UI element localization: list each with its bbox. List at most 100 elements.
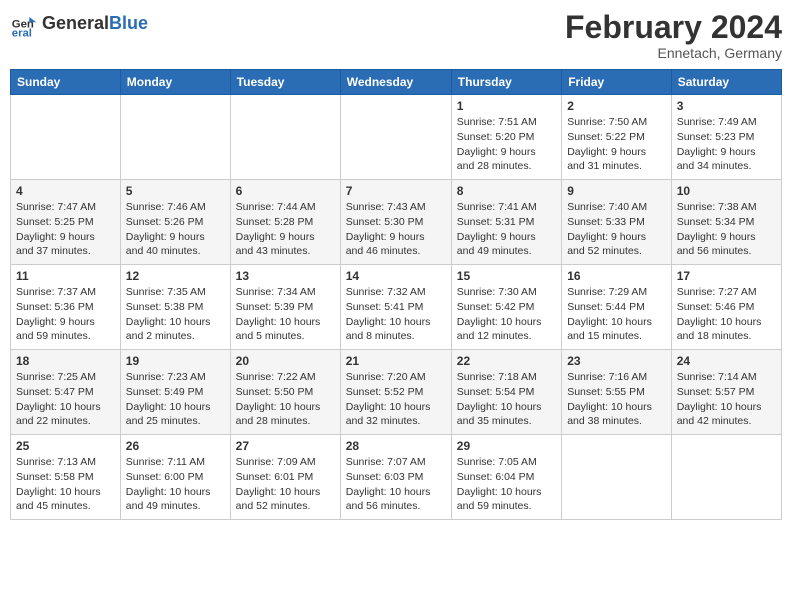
calendar-cell: 16 Sunrise: 7:29 AM Sunset: 5:44 PM Dayli… — [562, 265, 672, 350]
day-number: 28 — [346, 439, 446, 453]
calendar-cell: 27Sunrise: 7:09 AM Sunset: 6:01 PM Dayli… — [230, 435, 340, 520]
svg-text:eral: eral — [12, 27, 32, 38]
calendar-cell — [562, 435, 672, 520]
calendar-table: Sunday Monday Tuesday Wednesday Thursday… — [10, 69, 782, 520]
day-info: Sunrise: 7:35 AM Sunset: 5:38 PM Dayligh… — [126, 285, 225, 344]
day-info: Sunrise: 7:37 AM Sunset: 5:36 PM Dayligh… — [16, 285, 115, 344]
calendar-cell: 2 Sunrise: 7:50 AM Sunset: 5:22 PM Daylig… — [562, 95, 672, 180]
calendar-cell — [340, 95, 451, 180]
calendar-cell — [230, 95, 340, 180]
calendar-cell: 6 Sunrise: 7:44 AM Sunset: 5:28 PM Daylig… — [230, 180, 340, 265]
calendar-cell: 18Sunrise: 7:25 AM Sunset: 5:47 PM Dayli… — [11, 350, 121, 435]
day-number: 10 — [677, 184, 776, 198]
calendar-week-2: 4Sunrise: 7:47 AM Sunset: 5:25 PM Daylig… — [11, 180, 782, 265]
col-sunday: Sunday — [11, 70, 121, 95]
calendar-week-3: 11 Sunrise: 7:37 AM Sunset: 5:36 PM Dayli… — [11, 265, 782, 350]
day-info: Sunrise: 7:29 AM Sunset: 5:44 PM Dayligh… — [567, 285, 666, 344]
day-info: Sunrise: 7:49 AM Sunset: 5:23 PM Dayligh… — [677, 115, 776, 174]
day-info: Sunrise: 7:46 AM Sunset: 5:26 PM Dayligh… — [126, 200, 225, 259]
calendar-cell: 7Sunrise: 7:43 AM Sunset: 5:30 PM Daylig… — [340, 180, 451, 265]
day-info: Sunrise: 7:34 AM Sunset: 5:39 PM Dayligh… — [236, 285, 335, 344]
day-info: Sunrise: 7:20 AM Sunset: 5:52 PM Dayligh… — [346, 370, 446, 429]
logo-icon: Gen eral — [10, 10, 38, 38]
day-number: 19 — [126, 354, 225, 368]
location: Ennetach, Germany — [565, 45, 782, 61]
logo-general-text: General — [42, 13, 109, 33]
day-number: 25 — [16, 439, 115, 453]
day-number: 1 — [457, 99, 556, 113]
day-info: Sunrise: 7:14 AM Sunset: 5:57 PM Dayligh… — [677, 370, 776, 429]
day-number: 29 — [457, 439, 556, 453]
day-number: 27 — [236, 439, 335, 453]
calendar-cell: 24 Sunrise: 7:14 AM Sunset: 5:57 PM Dayli… — [671, 350, 781, 435]
month-title: February 2024 — [565, 10, 782, 45]
col-friday: Friday — [562, 70, 672, 95]
day-info: Sunrise: 7:11 AM Sunset: 6:00 PM Dayligh… — [126, 455, 225, 514]
logo: Gen eral GeneralBlue — [10, 10, 148, 38]
day-number: 6 — [236, 184, 335, 198]
day-number: 2 — [567, 99, 666, 113]
calendar-cell: 23 Sunrise: 7:16 AM Sunset: 5:55 PM Dayli… — [562, 350, 672, 435]
day-info: Sunrise: 7:27 AM Sunset: 5:46 PM Dayligh… — [677, 285, 776, 344]
calendar-cell: 20 Sunrise: 7:22 AM Sunset: 5:50 PM Dayli… — [230, 350, 340, 435]
calendar-cell: 11 Sunrise: 7:37 AM Sunset: 5:36 PM Dayli… — [11, 265, 121, 350]
calendar-cell: 15Sunrise: 7:30 AM Sunset: 5:42 PM Dayli… — [451, 265, 561, 350]
day-info: Sunrise: 7:22 AM Sunset: 5:50 PM Dayligh… — [236, 370, 335, 429]
calendar-week-1: 1 Sunrise: 7:51 AM Sunset: 5:20 PM Daylig… — [11, 95, 782, 180]
day-number: 14 — [346, 269, 446, 283]
day-info: Sunrise: 7:51 AM Sunset: 5:20 PM Dayligh… — [457, 115, 556, 174]
calendar-cell: 10 Sunrise: 7:38 AM Sunset: 5:34 PM Dayli… — [671, 180, 781, 265]
day-number: 4 — [16, 184, 115, 198]
day-number: 13 — [236, 269, 335, 283]
day-number: 15 — [457, 269, 556, 283]
day-info: Sunrise: 7:32 AM Sunset: 5:41 PM Dayligh… — [346, 285, 446, 344]
calendar-cell: 29 Sunrise: 7:05 AM Sunset: 6:04 PM Dayli… — [451, 435, 561, 520]
day-number: 8 — [457, 184, 556, 198]
calendar-cell: 4Sunrise: 7:47 AM Sunset: 5:25 PM Daylig… — [11, 180, 121, 265]
col-wednesday: Wednesday — [340, 70, 451, 95]
day-info: Sunrise: 7:07 AM Sunset: 6:03 PM Dayligh… — [346, 455, 446, 514]
calendar-cell: 12 Sunrise: 7:35 AM Sunset: 5:38 PM Dayli… — [120, 265, 230, 350]
calendar-cell: 13 Sunrise: 7:34 AM Sunset: 5:39 PM Dayli… — [230, 265, 340, 350]
day-info: Sunrise: 7:44 AM Sunset: 5:28 PM Dayligh… — [236, 200, 335, 259]
day-number: 5 — [126, 184, 225, 198]
calendar-week-4: 18Sunrise: 7:25 AM Sunset: 5:47 PM Dayli… — [11, 350, 782, 435]
col-tuesday: Tuesday — [230, 70, 340, 95]
day-info: Sunrise: 7:23 AM Sunset: 5:49 PM Dayligh… — [126, 370, 225, 429]
calendar-week-5: 25 Sunrise: 7:13 AM Sunset: 5:58 PM Dayli… — [11, 435, 782, 520]
day-info: Sunrise: 7:25 AM Sunset: 5:47 PM Dayligh… — [16, 370, 115, 429]
day-number: 17 — [677, 269, 776, 283]
calendar-cell: 17 Sunrise: 7:27 AM Sunset: 5:46 PM Dayli… — [671, 265, 781, 350]
calendar-cell: 9Sunrise: 7:40 AM Sunset: 5:33 PM Daylig… — [562, 180, 672, 265]
day-number: 11 — [16, 269, 115, 283]
day-number: 24 — [677, 354, 776, 368]
day-info: Sunrise: 7:38 AM Sunset: 5:34 PM Dayligh… — [677, 200, 776, 259]
day-info: Sunrise: 7:13 AM Sunset: 5:58 PM Dayligh… — [16, 455, 115, 514]
title-area: February 2024 Ennetach, Germany — [565, 10, 782, 61]
col-monday: Monday — [120, 70, 230, 95]
day-number: 21 — [346, 354, 446, 368]
calendar-cell: 19 Sunrise: 7:23 AM Sunset: 5:49 PM Dayli… — [120, 350, 230, 435]
day-info: Sunrise: 7:05 AM Sunset: 6:04 PM Dayligh… — [457, 455, 556, 514]
calendar-cell: 5 Sunrise: 7:46 AM Sunset: 5:26 PM Daylig… — [120, 180, 230, 265]
day-number: 12 — [126, 269, 225, 283]
page-header: Gen eral GeneralBlue February 2024 Ennet… — [10, 10, 782, 61]
day-info: Sunrise: 7:50 AM Sunset: 5:22 PM Dayligh… — [567, 115, 666, 174]
day-number: 20 — [236, 354, 335, 368]
day-number: 7 — [346, 184, 446, 198]
day-number: 16 — [567, 269, 666, 283]
day-info: Sunrise: 7:18 AM Sunset: 5:54 PM Dayligh… — [457, 370, 556, 429]
col-thursday: Thursday — [451, 70, 561, 95]
calendar-cell — [120, 95, 230, 180]
day-info: Sunrise: 7:16 AM Sunset: 5:55 PM Dayligh… — [567, 370, 666, 429]
day-number: 23 — [567, 354, 666, 368]
col-saturday: Saturday — [671, 70, 781, 95]
day-number: 26 — [126, 439, 225, 453]
calendar-cell — [671, 435, 781, 520]
day-info: Sunrise: 7:41 AM Sunset: 5:31 PM Dayligh… — [457, 200, 556, 259]
day-number: 3 — [677, 99, 776, 113]
calendar-cell — [11, 95, 121, 180]
calendar-header-row: Sunday Monday Tuesday Wednesday Thursday… — [11, 70, 782, 95]
calendar-cell: 14 Sunrise: 7:32 AM Sunset: 5:41 PM Dayli… — [340, 265, 451, 350]
calendar-cell: 21 Sunrise: 7:20 AM Sunset: 5:52 PM Dayli… — [340, 350, 451, 435]
